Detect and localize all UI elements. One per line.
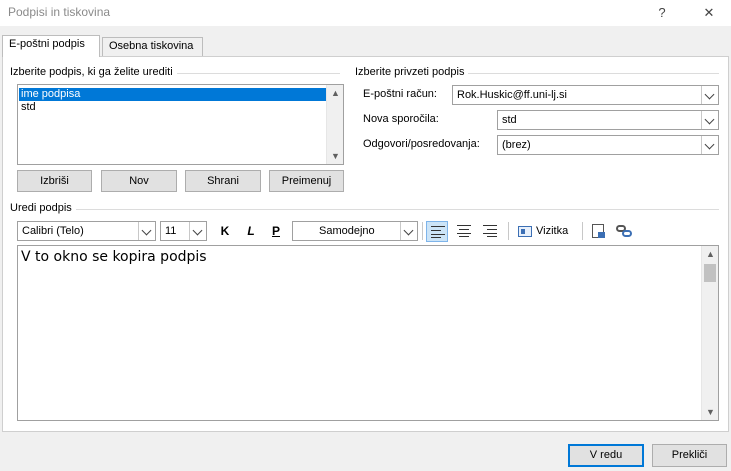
default-signature-label: Izberite privzeti podpis [355, 66, 469, 78]
new-messages-label: Nova sporočila: [363, 113, 439, 125]
chevron-down-icon [704, 89, 715, 100]
list-item[interactable]: std [19, 101, 327, 114]
new-button[interactable]: Nov [101, 170, 177, 192]
window-title: Podpisi in tiskovina [8, 5, 111, 19]
align-right-icon [483, 225, 497, 237]
dropdown-button[interactable] [400, 222, 417, 240]
select-signature-label: Izberite podpis, ki ga želite urediti [10, 66, 177, 78]
business-card-icon [518, 226, 532, 237]
account-select[interactable]: Rok.Huskic@ff.uni-lj.si [452, 85, 719, 105]
scroll-down-icon[interactable]: ▼ [327, 148, 344, 164]
chevron-down-icon [192, 225, 203, 236]
tab-personal-stationery[interactable]: Osebna tiskovina [102, 37, 203, 56]
align-left-icon [431, 226, 445, 238]
font-size-value: 11 [165, 225, 177, 237]
align-center-icon [457, 225, 471, 237]
align-center-button[interactable] [453, 221, 475, 242]
business-card-label: Vizitka [536, 225, 569, 237]
close-button[interactable]: ✕ [699, 4, 719, 22]
font-select[interactable]: Calibri (Telo) [17, 221, 156, 241]
rename-button[interactable]: Preimenuj [269, 170, 344, 192]
chevron-down-icon [704, 139, 715, 150]
scroll-up-icon[interactable]: ▲ [702, 246, 719, 262]
signature-content[interactable]: V to okno se kopira podpis [21, 249, 207, 265]
toolbar-separator [582, 222, 583, 240]
list-item-label: ime podpisa [21, 88, 81, 100]
replies-select[interactable]: (brez) [497, 135, 719, 155]
font-color-value: Samodejno [319, 225, 375, 237]
toolbar-separator [508, 222, 509, 240]
separator [10, 209, 719, 210]
signature-list-scrollbar[interactable]: ▲ ▼ [326, 85, 343, 164]
delete-button[interactable]: Izbriši [17, 170, 92, 192]
chevron-down-icon [141, 225, 152, 236]
hyperlink-icon [616, 225, 632, 238]
list-item[interactable]: ime podpisa [19, 88, 327, 101]
account-label: E-poštni račun: [363, 88, 437, 100]
font-color-select[interactable]: Samodejno [292, 221, 418, 241]
font-size-select[interactable]: 11 [160, 221, 207, 241]
list-item-label: std [21, 101, 36, 113]
account-value: Rok.Huskic@ff.uni-lj.si [457, 89, 567, 101]
help-button[interactable]: ? [652, 4, 672, 22]
new-messages-value: std [502, 114, 517, 126]
bold-button[interactable]: K [215, 221, 235, 241]
editor-scrollbar[interactable]: ▲ ▼ [701, 246, 718, 420]
toolbar-separator [422, 222, 423, 240]
align-left-button[interactable] [426, 221, 448, 242]
cancel-button[interactable]: Prekliči [652, 444, 727, 467]
signature-list[interactable]: ime podpisa std ▲ ▼ [17, 84, 344, 165]
insert-picture-icon [592, 224, 605, 238]
dropdown-button[interactable] [701, 86, 718, 104]
scroll-up-icon[interactable]: ▲ [327, 85, 344, 101]
hyperlink-button[interactable] [613, 221, 635, 242]
font-value: Calibri (Telo) [22, 225, 84, 237]
insert-picture-button[interactable] [588, 221, 610, 242]
scroll-down-icon[interactable]: ▼ [702, 404, 719, 420]
chevron-down-icon [704, 114, 715, 125]
dropdown-button[interactable] [189, 222, 206, 240]
new-messages-select[interactable]: std [497, 110, 719, 130]
replies-value: (brez) [502, 139, 531, 151]
chevron-down-icon [403, 225, 414, 236]
ok-button[interactable]: V redu [568, 444, 644, 467]
dropdown-button[interactable] [138, 222, 155, 240]
signature-editor[interactable]: V to okno se kopira podpis ▲ ▼ [17, 245, 719, 421]
edit-signature-label: Uredi podpis [10, 202, 76, 214]
save-button[interactable]: Shrani [185, 170, 261, 192]
italic-button[interactable]: L [241, 221, 261, 241]
dropdown-button[interactable] [701, 111, 718, 129]
dropdown-button[interactable] [701, 136, 718, 154]
replies-label: Odgovori/posredovanja: [363, 138, 480, 150]
business-card-button[interactable]: Vizitka [514, 221, 576, 242]
scroll-thumb[interactable] [704, 264, 716, 282]
tab-email-signature[interactable]: E-poštni podpis [2, 35, 100, 57]
align-right-button[interactable] [479, 221, 501, 242]
underline-button[interactable]: P [266, 221, 286, 241]
